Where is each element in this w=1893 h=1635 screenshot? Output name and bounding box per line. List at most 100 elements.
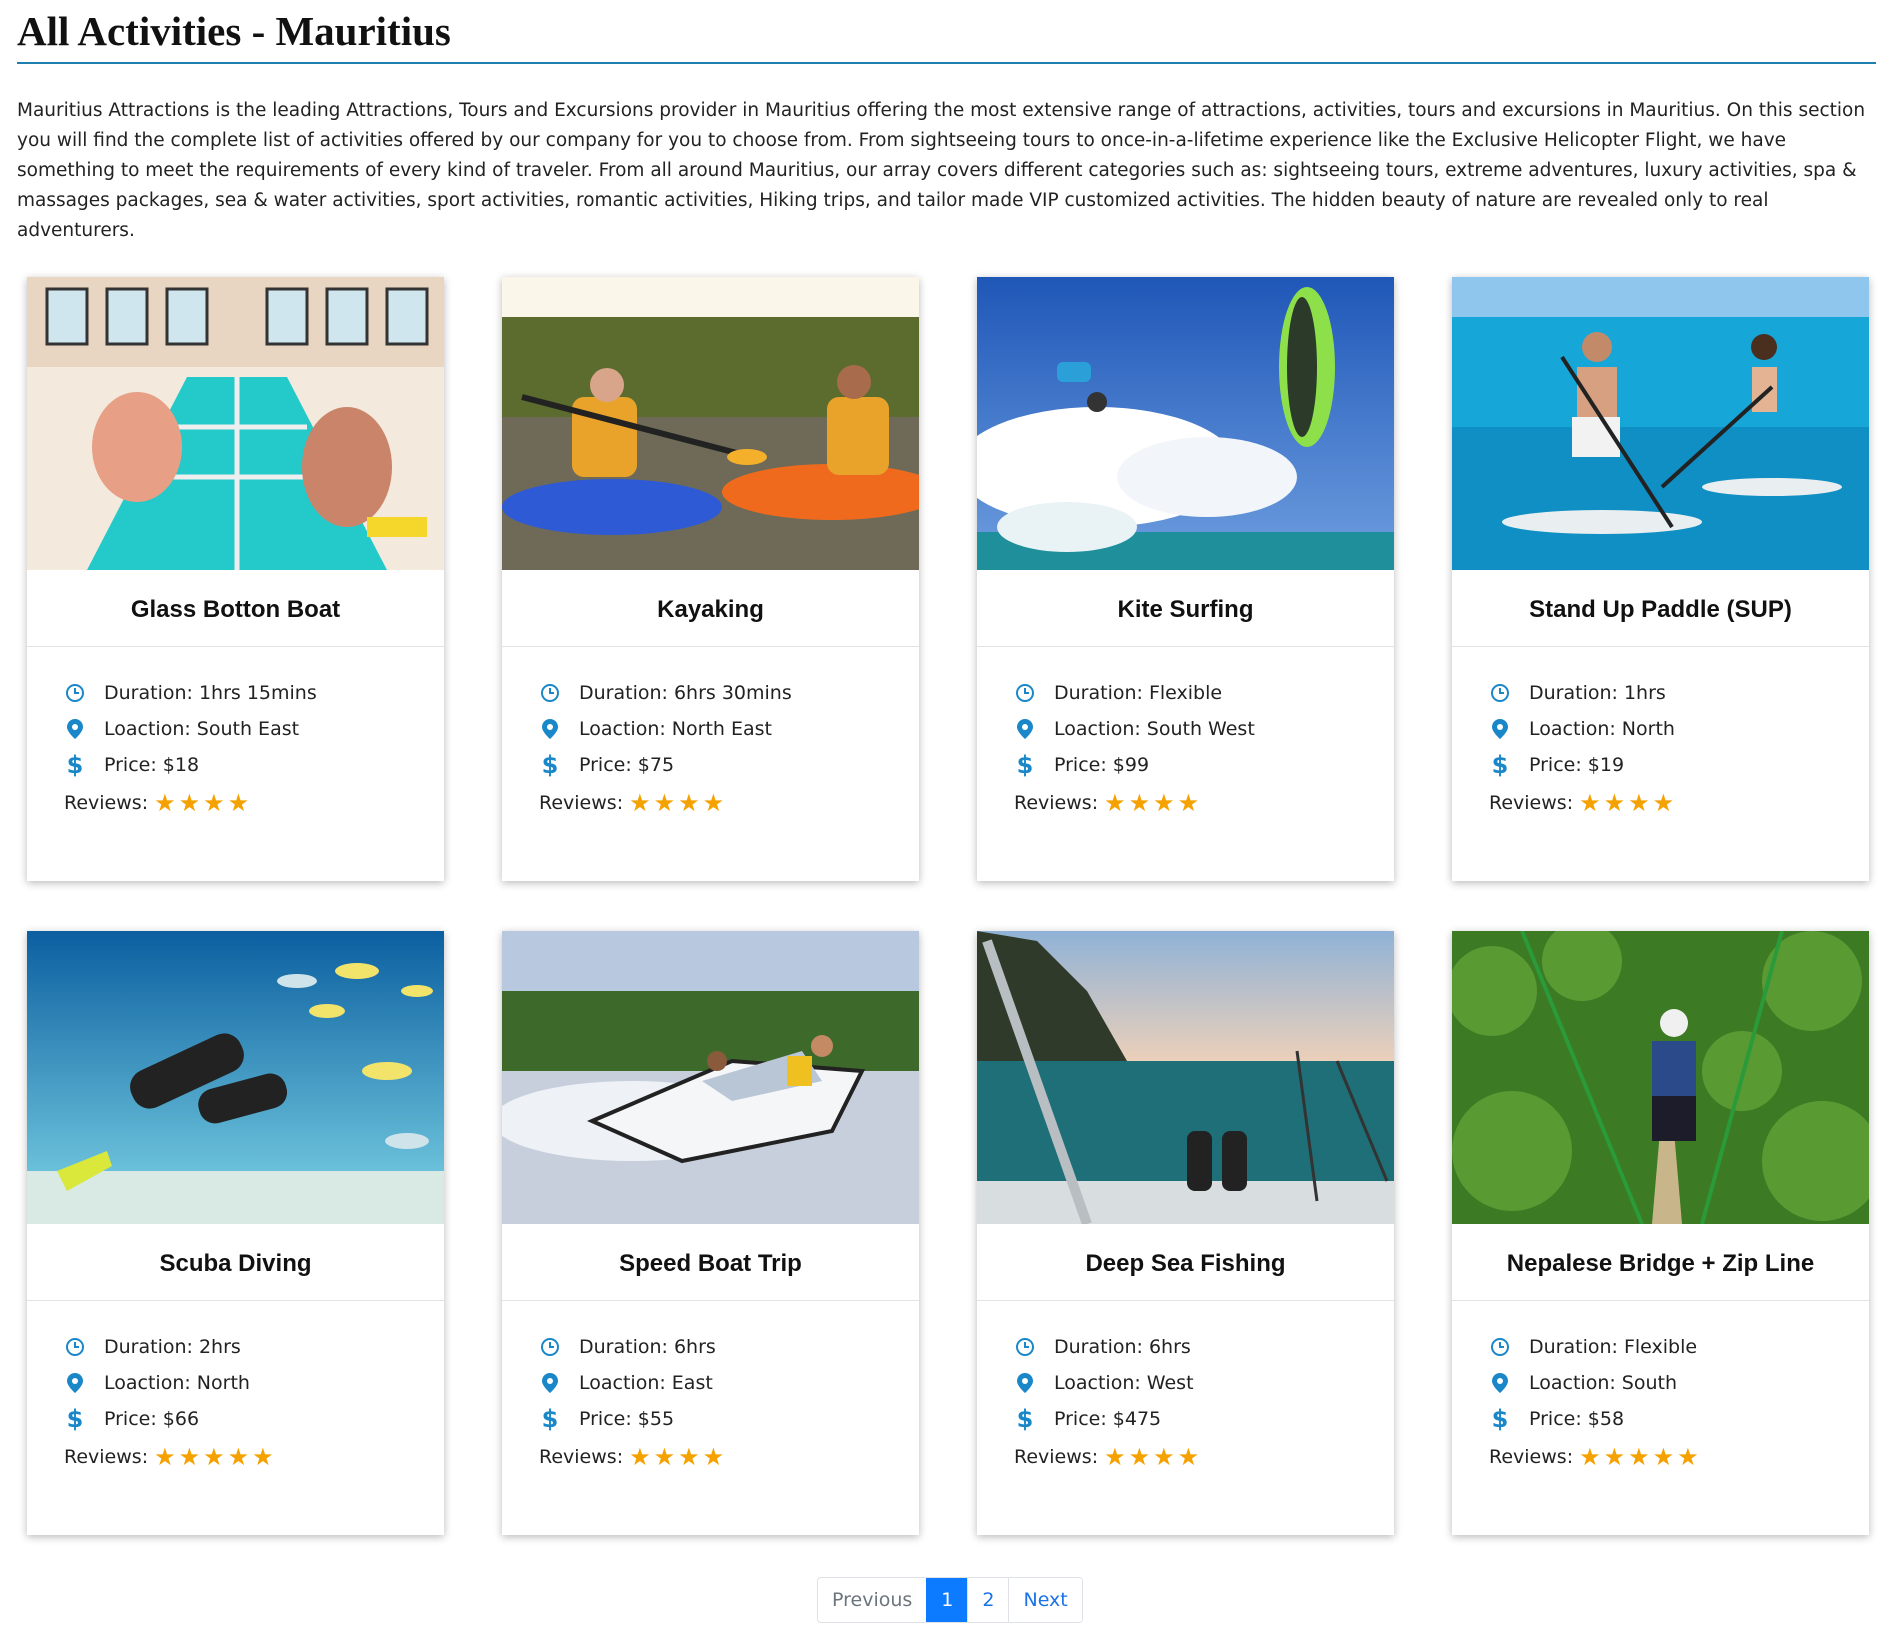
map-pin-icon bbox=[1014, 718, 1036, 740]
price-text: Price: $66 bbox=[104, 1408, 200, 1430]
star-rating: ★★★★ bbox=[1579, 789, 1678, 817]
activity-card[interactable]: Nepalese Bridge + Zip Line Duration: Fle… bbox=[1452, 931, 1869, 1535]
location-row: Loaction: South West bbox=[1014, 711, 1394, 747]
duration-text: Duration: 6hrs bbox=[1054, 1336, 1191, 1358]
activity-title[interactable]: Glass Botton Boat bbox=[27, 570, 444, 647]
activity-card[interactable]: Glass Botton Boat Duration: 1hrs 15mins … bbox=[27, 277, 444, 881]
price-text: Price: $99 bbox=[1054, 754, 1150, 776]
activity-image[interactable] bbox=[27, 931, 444, 1224]
activity-card[interactable]: Speed Boat Trip Duration: 6hrs Loaction:… bbox=[502, 931, 919, 1535]
activity-card[interactable]: Kayaking Duration: 6hrs 30mins Loaction:… bbox=[502, 277, 919, 881]
reviews-label: Reviews: bbox=[1014, 1446, 1099, 1468]
activity-image[interactable] bbox=[502, 931, 919, 1224]
activity-title[interactable]: Kayaking bbox=[502, 570, 919, 647]
price-text: Price: $58 bbox=[1529, 1408, 1625, 1430]
location-text: Loaction: North bbox=[104, 1372, 250, 1394]
activity-title[interactable]: Stand Up Paddle (SUP) bbox=[1452, 570, 1869, 647]
price-row: $ Price: $75 bbox=[539, 747, 919, 783]
duration-row: Duration: 2hrs bbox=[64, 1329, 444, 1365]
duration-row: Duration: Flexible bbox=[1014, 675, 1394, 711]
duration-row: Duration: 6hrs 30mins bbox=[539, 675, 919, 711]
star-rating: ★★★★★ bbox=[1579, 1443, 1702, 1471]
duration-row: Duration: 1hrs 15mins bbox=[64, 675, 444, 711]
price-text: Price: $75 bbox=[579, 754, 675, 776]
activity-image[interactable] bbox=[27, 277, 444, 570]
duration-row: Duration: Flexible bbox=[1489, 1329, 1869, 1365]
pagination-next[interactable]: Next bbox=[1008, 1578, 1082, 1622]
map-pin-icon bbox=[1489, 718, 1511, 740]
star-rating: ★★★★ bbox=[154, 789, 253, 817]
location-text: Loaction: West bbox=[1054, 1372, 1194, 1394]
pagination-page-1[interactable]: 1 bbox=[926, 1578, 968, 1622]
activity-title[interactable]: Scuba Diving bbox=[27, 1224, 444, 1301]
clock-icon bbox=[1489, 682, 1511, 704]
price-row: $ Price: $99 bbox=[1014, 747, 1394, 783]
duration-text: Duration: 1hrs 15mins bbox=[104, 682, 317, 704]
reviews-row: Reviews: ★★★★ bbox=[64, 783, 444, 823]
reviews-label: Reviews: bbox=[1489, 792, 1574, 814]
reviews-label: Reviews: bbox=[539, 792, 624, 814]
pagination-previous[interactable]: Previous bbox=[818, 1578, 927, 1622]
location-text: Loaction: North bbox=[1529, 718, 1675, 740]
reviews-row: Reviews: ★★★★★ bbox=[1489, 1437, 1869, 1477]
location-text: Loaction: South East bbox=[104, 718, 300, 740]
dollar-icon: $ bbox=[1016, 1405, 1034, 1433]
map-pin-icon bbox=[1489, 1372, 1511, 1394]
reviews-label: Reviews: bbox=[1489, 1446, 1574, 1468]
activity-card[interactable]: Stand Up Paddle (SUP) Duration: 1hrs Loa… bbox=[1452, 277, 1869, 881]
location-row: Loaction: North East bbox=[539, 711, 919, 747]
location-row: Loaction: South East bbox=[64, 711, 444, 747]
price-row: $ Price: $19 bbox=[1489, 747, 1869, 783]
duration-row: Duration: 1hrs bbox=[1489, 675, 1869, 711]
activity-card[interactable]: Kite Surfing Duration: Flexible Loaction… bbox=[977, 277, 1394, 881]
pagination-page-2[interactable]: 2 bbox=[967, 1578, 1009, 1622]
dollar-icon: $ bbox=[541, 1405, 559, 1433]
intro-paragraph: Mauritius Attractions is the leading Att… bbox=[17, 100, 1866, 241]
price-text: Price: $18 bbox=[104, 754, 200, 776]
activity-title[interactable]: Kite Surfing bbox=[977, 570, 1394, 647]
activity-image[interactable] bbox=[1452, 931, 1869, 1224]
star-rating: ★★★★ bbox=[629, 1443, 728, 1471]
reviews-label: Reviews: bbox=[539, 1446, 624, 1468]
duration-text: Duration: 1hrs bbox=[1529, 682, 1666, 704]
activity-card[interactable]: Deep Sea Fishing Duration: 6hrs Loaction… bbox=[977, 931, 1394, 1535]
location-row: Loaction: East bbox=[539, 1365, 919, 1401]
location-row: Loaction: South bbox=[1489, 1365, 1869, 1401]
activity-image[interactable] bbox=[502, 277, 919, 570]
map-pin-icon bbox=[64, 1372, 86, 1394]
location-text: Loaction: South bbox=[1529, 1372, 1678, 1394]
clock-icon bbox=[64, 1336, 86, 1358]
activity-image[interactable] bbox=[1452, 277, 1869, 570]
activity-title[interactable]: Nepalese Bridge + Zip Line bbox=[1452, 1224, 1869, 1301]
reviews-label: Reviews: bbox=[64, 1446, 149, 1468]
star-rating: ★★★★ bbox=[629, 789, 728, 817]
reviews-row: Reviews: ★★★★ bbox=[1489, 783, 1869, 823]
activities-grid: Glass Botton Boat Duration: 1hrs 15mins … bbox=[27, 277, 1869, 1535]
reviews-row: Reviews: ★★★★★ bbox=[64, 1437, 444, 1477]
reviews-label: Reviews: bbox=[1014, 792, 1099, 814]
clock-icon bbox=[1014, 1336, 1036, 1358]
star-rating: ★★★★ bbox=[1104, 789, 1203, 817]
activity-image[interactable] bbox=[977, 931, 1394, 1224]
activity-details: Duration: Flexible Loaction: South West … bbox=[977, 647, 1394, 823]
location-row: Loaction: North bbox=[64, 1365, 444, 1401]
activity-title[interactable]: Deep Sea Fishing bbox=[977, 1224, 1394, 1301]
duration-text: Duration: Flexible bbox=[1529, 1336, 1698, 1358]
price-text: Price: $55 bbox=[579, 1408, 675, 1430]
map-pin-icon bbox=[64, 718, 86, 740]
activity-image[interactable] bbox=[977, 277, 1394, 570]
activity-card[interactable]: Scuba Diving Duration: 2hrs Loaction: No… bbox=[27, 931, 444, 1535]
map-pin-icon bbox=[539, 718, 561, 740]
page-title: All Activities - Mauritius bbox=[17, 8, 451, 54]
location-text: Loaction: North East bbox=[579, 718, 772, 740]
duration-row: Duration: 6hrs bbox=[1014, 1329, 1394, 1365]
duration-row: Duration: 6hrs bbox=[539, 1329, 919, 1365]
location-text: Loaction: South West bbox=[1054, 718, 1255, 740]
clock-icon bbox=[539, 1336, 561, 1358]
duration-text: Duration: 6hrs bbox=[579, 1336, 716, 1358]
price-row: $ Price: $66 bbox=[64, 1401, 444, 1437]
price-row: $ Price: $18 bbox=[64, 747, 444, 783]
location-row: Loaction: West bbox=[1014, 1365, 1394, 1401]
activity-title[interactable]: Speed Boat Trip bbox=[502, 1224, 919, 1301]
activity-details: Duration: 6hrs Loaction: East $ Price: $… bbox=[502, 1301, 919, 1477]
